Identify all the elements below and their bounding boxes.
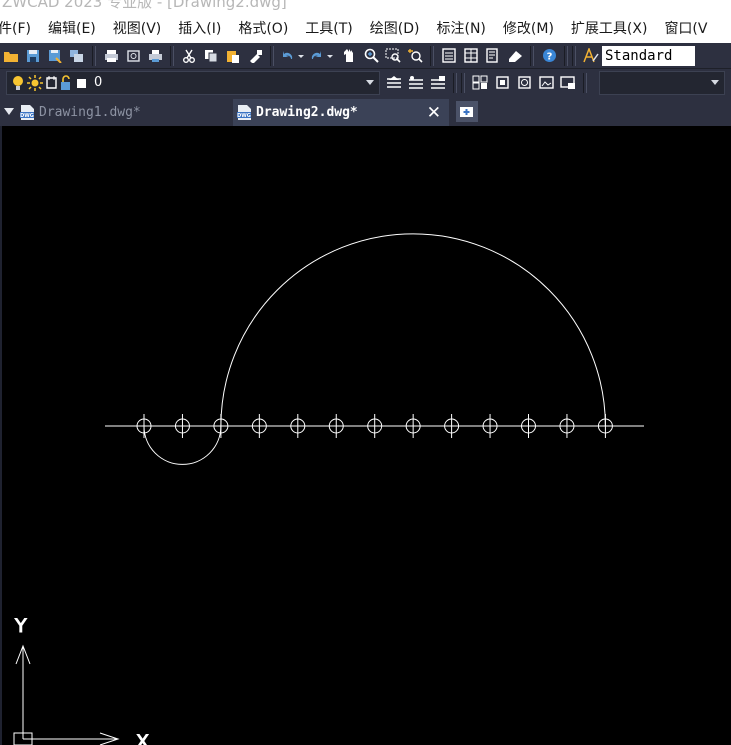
drawing-canvas[interactable]: YX (0, 126, 731, 745)
menu-file[interactable]: 件(F) (0, 16, 39, 43)
tab-label: Drawing2.dwg* (256, 105, 358, 120)
plus-icon (460, 106, 473, 117)
menu-window[interactable]: 窗口(V (655, 16, 715, 43)
plotter-icon[interactable] (145, 46, 165, 66)
color-dropdown[interactable] (599, 70, 725, 95)
toolbar-separator (530, 45, 534, 66)
layer-dropdown[interactable]: 0 (6, 70, 380, 95)
viewport-left-edge (0, 126, 2, 745)
text-style-icon[interactable] (581, 46, 601, 66)
toolbar-separator (270, 45, 274, 66)
close-icon[interactable]: ✕ (427, 103, 441, 123)
menu-view[interactable]: 视图(V) (104, 16, 170, 43)
menu-modify[interactable]: 修改(M) (494, 16, 562, 43)
menu-express-tools[interactable]: 扩展工具(X) (562, 16, 656, 43)
lock-open-icon[interactable] (60, 74, 73, 91)
menu-bar: 件(F) 编辑(E) 视图(V) 插入(I) 格式(O) 工具(T) 绘图(D)… (0, 16, 731, 43)
layer-properties-icon[interactable] (384, 73, 404, 93)
save-icon[interactable] (23, 46, 43, 66)
document-tab-bar: DWG Drawing1.dwg* DWG Drawing2.dwg* ✕ (0, 96, 731, 126)
chevron-down-icon[interactable] (366, 79, 374, 85)
svg-text:DWG: DWG (237, 113, 251, 119)
publish-icon[interactable] (67, 46, 87, 66)
tab-drawing2[interactable]: DWG Drawing2.dwg* ✕ (233, 99, 449, 126)
copy-icon[interactable] (201, 46, 221, 66)
block-icon[interactable] (492, 73, 512, 93)
title-bar: ZWCAD 2023 专业版 - [Drawing2.dwg] (0, 0, 731, 16)
dwg-file-icon: DWG (20, 105, 34, 120)
help-icon[interactable]: ? (539, 46, 559, 66)
paste-icon[interactable] (223, 46, 243, 66)
layer-state-icon[interactable] (406, 73, 426, 93)
toolbar-separator (572, 45, 576, 66)
sun-thaw-icon[interactable] (27, 74, 43, 91)
object-snap-icon[interactable] (470, 73, 490, 93)
toolbar-separator (583, 72, 587, 93)
dwg-file-icon: DWG (237, 105, 251, 120)
svg-text:?: ? (546, 52, 552, 63)
toolbar-separator (430, 45, 434, 66)
viewport-icon[interactable] (558, 73, 578, 93)
open-icon[interactable] (1, 46, 21, 66)
design-center-icon[interactable] (461, 46, 481, 66)
zoom-window-icon[interactable] (383, 46, 403, 66)
standard-toolbar: ? Standard (0, 43, 731, 69)
menu-insert[interactable]: 插入(I) (169, 16, 229, 43)
menu-format[interactable]: 格式(O) (229, 16, 296, 43)
tab-list-dropdown-icon[interactable] (4, 108, 14, 115)
layers-toolbar: 0 (0, 69, 731, 96)
redo-icon[interactable] (309, 46, 337, 66)
print-icon[interactable] (101, 46, 121, 66)
save-as-icon[interactable] (45, 46, 65, 66)
window-title: ZWCAD 2023 专业版 - [Drawing2.dwg] (2, 0, 287, 11)
svg-text:DWG: DWG (20, 113, 34, 119)
new-tab-button[interactable] (456, 101, 478, 122)
plot-preview-icon[interactable] (123, 46, 143, 66)
lightbulb-on-icon[interactable] (11, 75, 25, 91)
tab-label: Drawing1.dwg* (39, 105, 141, 120)
toolbar-separator (453, 72, 457, 93)
undo-icon[interactable] (279, 46, 307, 66)
toolbar-separator (564, 45, 568, 66)
circle-block-icon[interactable] (514, 73, 534, 93)
text-style-select[interactable]: Standard (602, 45, 695, 66)
toolbar-separator (170, 45, 174, 66)
viewport-freeze-icon[interactable] (45, 75, 59, 91)
cut-icon[interactable] (179, 46, 199, 66)
chevron-down-icon[interactable] (711, 79, 719, 85)
menu-edit[interactable]: 编辑(E) (39, 16, 104, 43)
ucs-x-label: X (136, 731, 149, 745)
color-square-icon[interactable] (76, 75, 88, 91)
menu-dimension[interactable]: 标注(N) (428, 16, 494, 43)
tab-drawing1[interactable]: DWG Drawing1.dwg* (16, 99, 230, 126)
ucs-y-label: Y (14, 615, 27, 637)
toolbar-separator (461, 72, 465, 93)
drawing-svg: YX (13, 233, 644, 745)
zoom-realtime-icon[interactable] (361, 46, 381, 66)
properties-icon[interactable] (439, 46, 459, 66)
match-properties-icon[interactable] (245, 46, 265, 66)
menu-tools[interactable]: 工具(T) (296, 16, 360, 43)
markup-icon[interactable] (505, 46, 525, 66)
tool-palette-icon[interactable] (483, 46, 503, 66)
large-arc[interactable] (220, 233, 606, 427)
pan-icon[interactable] (339, 46, 359, 66)
zoom-previous-icon[interactable] (405, 46, 425, 66)
image-frame-icon[interactable] (536, 73, 556, 93)
menu-draw[interactable]: 绘图(D) (361, 16, 428, 43)
toolbar-separator (92, 45, 96, 66)
current-layer-name: 0 (94, 75, 103, 90)
layer-previous-icon[interactable] (428, 73, 448, 93)
